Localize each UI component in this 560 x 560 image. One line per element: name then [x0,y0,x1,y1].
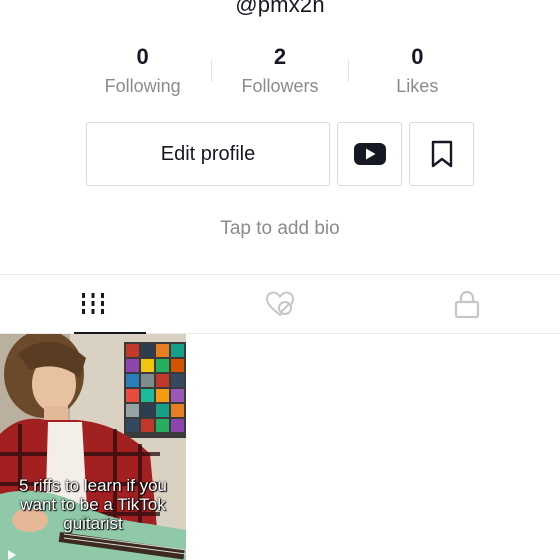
tab-private[interactable] [373,275,560,333]
stat-likes[interactable]: 0 Likes [349,44,486,104]
grid-icon [82,293,105,314]
youtube-button[interactable] [337,122,402,186]
stat-following-count: 0 [136,44,149,69]
stat-following-label: Following [104,76,181,96]
stat-following[interactable]: 0 Following [74,44,211,104]
stat-likes-label: Likes [396,76,439,96]
bio-placeholder[interactable]: Tap to add bio [0,218,560,240]
stat-followers-label: Followers [241,76,319,96]
bookmark-icon [431,140,452,168]
stat-divider [211,60,212,82]
video-caption: 5 riffs to learn if you want to be a Tik… [18,476,168,533]
liked-heart-hidden-icon [265,291,295,317]
lock-icon [454,290,479,319]
favorites-button[interactable] [409,122,474,186]
stat-likes-count: 0 [411,44,424,69]
stat-followers-count: 2 [273,44,287,69]
youtube-icon [353,143,386,165]
stat-followers[interactable]: 2 Followers [211,44,348,104]
profile-tabs [0,274,560,334]
profile-stats: 0 Following 2 Followers 0 Likes [74,44,486,104]
tab-videos[interactable] [0,275,187,334]
stat-divider [348,60,349,82]
tab-liked[interactable] [187,275,374,333]
profile-username: @pmx2h [235,0,325,17]
edit-profile-button[interactable]: Edit profile [86,122,330,186]
video-thumbnail[interactable]: 5 riffs to learn if you want to be a Tik… [0,334,186,560]
